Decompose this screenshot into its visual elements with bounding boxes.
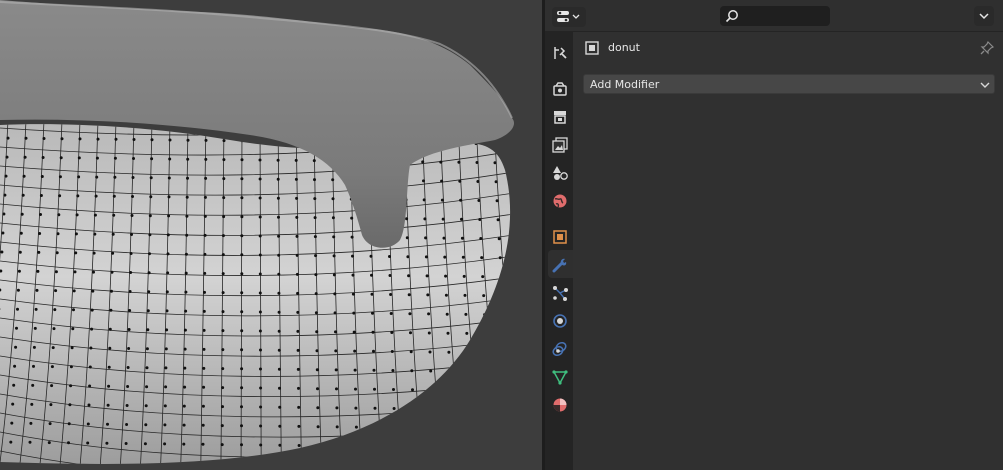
render-icon	[553, 82, 567, 96]
properties-editor: donut Add Modifier	[545, 0, 1003, 470]
editor-type-button[interactable]	[552, 7, 586, 27]
tab-view-layer[interactable]	[545, 130, 573, 158]
tab-scene[interactable]	[545, 158, 573, 186]
tab-constraints[interactable]	[545, 334, 573, 362]
material-icon	[553, 398, 567, 412]
tab-physics[interactable]	[545, 306, 573, 334]
tab-render[interactable]	[545, 74, 573, 102]
tab-modifiers[interactable]	[548, 250, 573, 278]
properties-tabs	[545, 32, 573, 470]
output-icon	[554, 111, 566, 124]
tool-icon	[554, 47, 567, 59]
tab-output[interactable]	[545, 102, 573, 130]
modifier-icon	[552, 258, 567, 273]
world-icon	[553, 194, 567, 208]
add-modifier-label: Add Modifier	[590, 78, 660, 91]
particles-icon	[553, 286, 568, 301]
blender-window: donut Add Modifier	[0, 0, 1003, 470]
donut-mesh-render	[0, 0, 515, 464]
tab-world[interactable]	[545, 186, 573, 214]
properties-editor-icon	[557, 11, 580, 22]
donut-body[interactable]	[0, 124, 511, 464]
object-name: donut	[608, 41, 640, 54]
tab-material[interactable]	[545, 390, 573, 418]
scene-icon	[553, 166, 568, 180]
search-field[interactable]	[720, 6, 830, 26]
chevron-down-icon	[980, 82, 990, 88]
pin-icon[interactable]	[979, 40, 995, 56]
physics-icon	[553, 314, 567, 328]
object-icon	[585, 41, 599, 55]
view-layer-icon	[552, 137, 568, 153]
modifier-properties-panel: donut Add Modifier	[573, 32, 1003, 470]
constraints-icon	[552, 341, 567, 357]
tab-data[interactable]	[545, 362, 573, 390]
tab-object[interactable]	[545, 222, 573, 250]
add-modifier-dropdown[interactable]: Add Modifier	[583, 74, 995, 94]
properties-header	[545, 0, 1003, 32]
options-dropdown[interactable]	[974, 6, 994, 26]
object-icon	[553, 230, 567, 244]
object-name-row: donut	[573, 32, 1003, 64]
3d-viewport[interactable]	[0, 0, 542, 470]
tab-tool[interactable]	[545, 38, 573, 66]
tab-particles[interactable]	[545, 278, 573, 306]
search-icon	[725, 10, 738, 23]
data-icon	[552, 370, 568, 385]
chevron-down-icon	[979, 13, 989, 20]
